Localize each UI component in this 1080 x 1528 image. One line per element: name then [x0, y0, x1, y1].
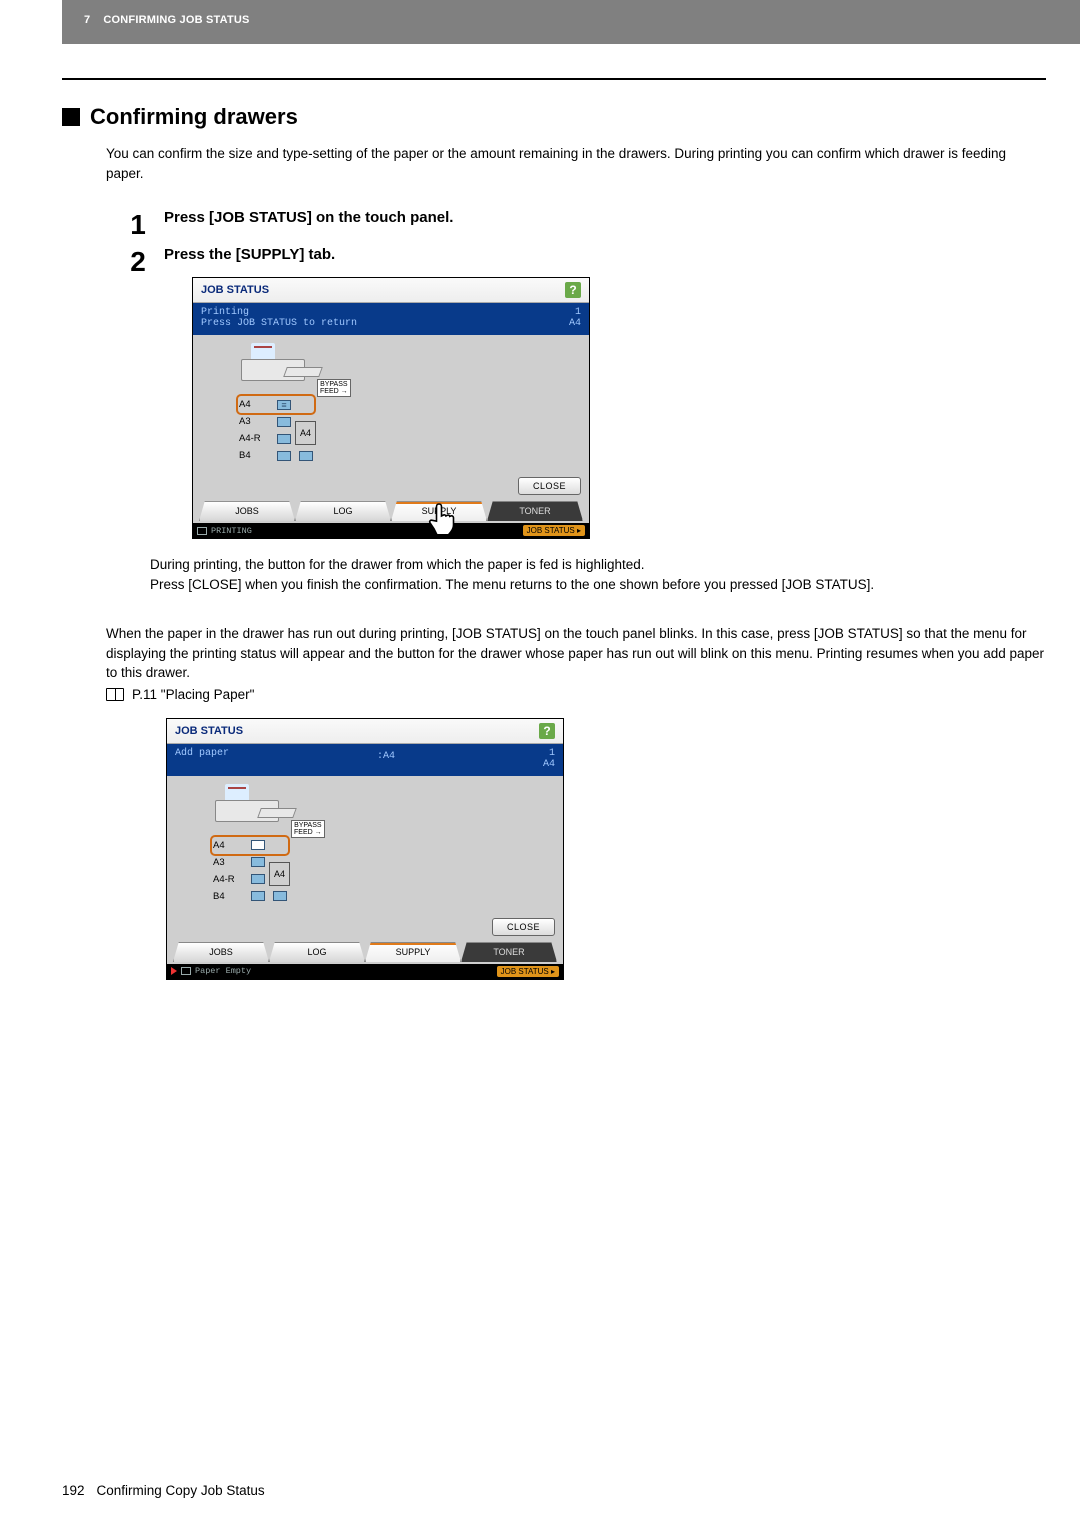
chapter-number: 7: [84, 14, 90, 26]
drawer-row-b4[interactable]: B4: [213, 889, 287, 904]
step-number: 1: [124, 209, 152, 240]
paper-level-icon: [251, 891, 265, 901]
status-paper: A4: [543, 759, 555, 770]
cross-reference: P.11 "Placing Paper": [106, 687, 1046, 702]
paper-empty-icon: [251, 840, 265, 850]
chapter-title: CONFIRMING JOB STATUS: [103, 14, 249, 26]
bypass-feed-label[interactable]: BYPASS FEED →: [317, 379, 351, 397]
bypass-feed-label[interactable]: BYPASS FEED →: [291, 820, 325, 838]
paper-level-icon: [251, 857, 265, 867]
followup-paragraph: During printing, the button for the draw…: [150, 555, 1046, 594]
printer-icon: [197, 527, 207, 535]
job-status-panel-paper-empty: JOB STATUS ? Add paper :A4 1 A4: [166, 718, 564, 980]
status-text: Printing: [201, 307, 357, 318]
tab-log[interactable]: LOG: [295, 501, 391, 521]
job-status-badge[interactable]: JOB STATUS ▸: [523, 525, 585, 536]
step-2: 2 Press the [SUPPLY] tab. JOB STATUS ? P…: [124, 246, 1046, 549]
panel-title-bar: JOB STATUS ?: [167, 719, 563, 744]
status-paper: A4: [569, 318, 581, 329]
heading-text: Confirming drawers: [90, 104, 298, 130]
tab-bar: JOBS LOG SUPPLY TONER: [199, 501, 583, 521]
panel-footer: PRINTING JOB STATUS ▸: [193, 523, 589, 538]
heading-2: Confirming drawers: [62, 104, 1046, 130]
drawer-row-a4[interactable]: A4: [239, 397, 313, 412]
help-icon[interactable]: ?: [565, 282, 581, 298]
tab-supply[interactable]: SUPPLY: [365, 942, 461, 962]
drawer-row-a4[interactable]: A4: [213, 838, 287, 853]
paper-level-icon: [277, 417, 291, 427]
panel-body: BYPASS FEED → A4 A3 A4-R: [193, 335, 589, 473]
page-number: 192: [62, 1483, 85, 1498]
footer-status: PRINTING: [211, 526, 252, 536]
book-icon: [106, 688, 124, 701]
help-icon[interactable]: ?: [539, 723, 555, 739]
tab-log[interactable]: LOG: [269, 942, 365, 962]
job-status-badge[interactable]: JOB STATUS ▸: [497, 966, 559, 977]
tab-jobs[interactable]: JOBS: [199, 501, 295, 521]
reference-text: P.11 "Placing Paper": [132, 687, 254, 702]
chapter-header: 7 CONFIRMING JOB STATUS: [62, 0, 1080, 44]
panel-status-bar: Add paper :A4 1 A4: [167, 744, 563, 776]
paper-level-icon: [251, 874, 265, 884]
step-title: Press [JOB STATUS] on the touch panel.: [164, 209, 1046, 226]
status-count: 1: [543, 748, 555, 759]
panel-title: JOB STATUS: [201, 284, 269, 296]
footer-status: Paper Empty: [195, 966, 251, 976]
close-button[interactable]: CLOSE: [518, 477, 581, 495]
tab-jobs[interactable]: JOBS: [173, 942, 269, 962]
step-1: 1 Press [JOB STATUS] on the touch panel.: [124, 209, 1046, 240]
side-drawer[interactable]: A4: [269, 862, 290, 886]
runout-paragraph: When the paper in the drawer has run out…: [106, 624, 1046, 683]
drawer-row-b4[interactable]: B4: [239, 448, 313, 463]
panel-title-bar: JOB STATUS ?: [193, 278, 589, 303]
paper-level-icon: [273, 891, 287, 901]
paper-level-icon: [299, 451, 313, 461]
hand-cursor-icon: [425, 500, 465, 540]
tab-toner[interactable]: TONER: [487, 501, 583, 521]
step-title: Press the [SUPPLY] tab.: [164, 246, 1046, 263]
side-drawer[interactable]: A4: [295, 421, 316, 445]
printer-icon: [181, 967, 191, 975]
panel-status-bar: Printing Press JOB STATUS to return 1 A4: [193, 303, 589, 335]
status-count: 1: [569, 307, 581, 318]
status-text: Add paper: [175, 748, 229, 759]
paper-level-icon: [277, 451, 291, 461]
intro-paragraph: You can confirm the size and type-settin…: [106, 144, 1046, 183]
alert-triangle-icon: [171, 967, 177, 975]
panel-body: BYPASS FEED → A4 A3 A4-R B4: [167, 776, 563, 914]
tab-toner[interactable]: TONER: [461, 942, 557, 962]
status-hint: Press JOB STATUS to return: [201, 318, 357, 329]
tab-bar: JOBS LOG SUPPLY TONER: [173, 942, 557, 962]
square-bullet-icon: [62, 108, 80, 126]
paper-level-icon: [277, 434, 291, 444]
page-footer: 192 Confirming Copy Job Status: [62, 1483, 265, 1498]
status-center: :A4: [229, 748, 543, 770]
panel-footer: Paper Empty JOB STATUS ▸: [167, 964, 563, 979]
job-status-panel: JOB STATUS ? Printing Press JOB STATUS t…: [192, 277, 590, 539]
panel-title: JOB STATUS: [175, 725, 243, 737]
close-button[interactable]: CLOSE: [492, 918, 555, 936]
step-number: 2: [124, 246, 152, 549]
paper-level-icon: [277, 400, 291, 410]
footer-section-title: Confirming Copy Job Status: [97, 1483, 265, 1498]
